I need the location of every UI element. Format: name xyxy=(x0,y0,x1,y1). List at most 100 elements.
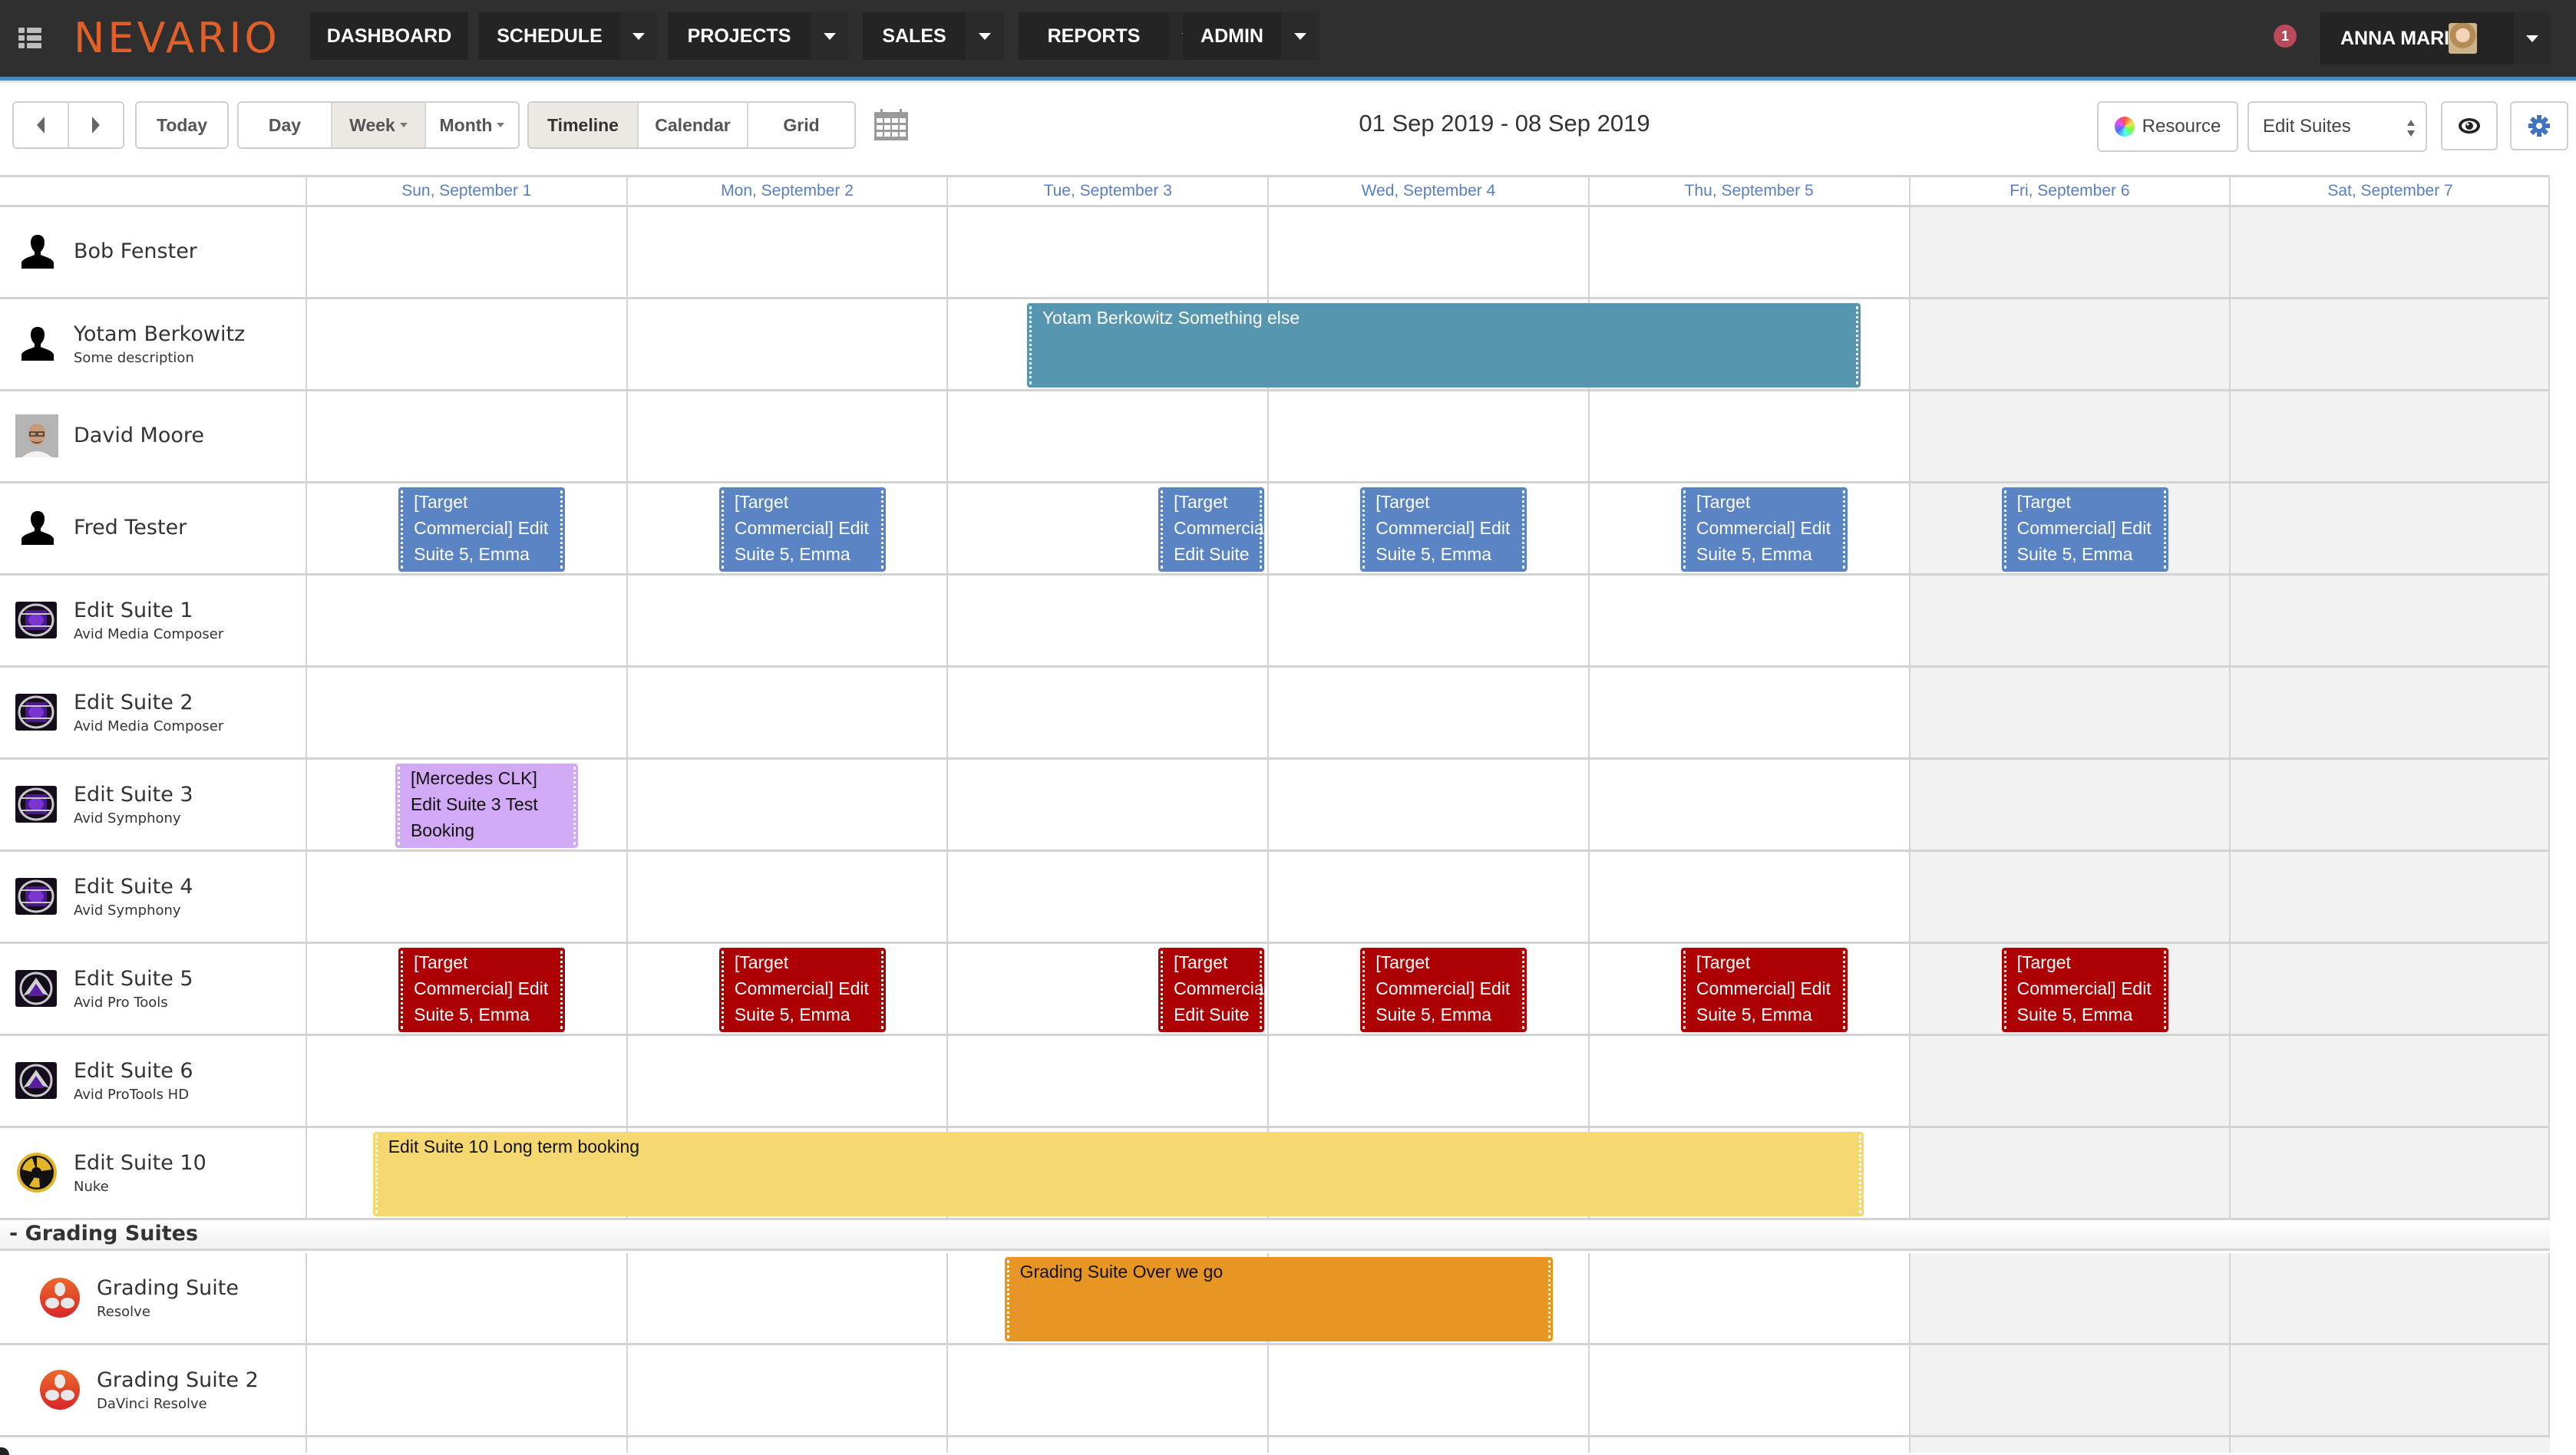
day-slot[interactable] xyxy=(626,207,947,297)
day-slot[interactable] xyxy=(1267,207,1588,297)
day-slot[interactable] xyxy=(305,1036,626,1126)
day-slot[interactable] xyxy=(2229,391,2550,481)
view-calendar-button[interactable]: Calendar xyxy=(639,103,748,147)
view-day-button[interactable]: Day xyxy=(239,103,332,147)
day-slot[interactable] xyxy=(1267,852,1588,942)
booking-event[interactable]: [Target Commercial] Edit Suite 5, Emma O… xyxy=(2001,487,2168,572)
settings-button[interactable] xyxy=(2510,101,2568,150)
day-slot[interactable] xyxy=(2229,1128,2550,1218)
visibility-button[interactable] xyxy=(2441,101,2498,150)
day-slot[interactable] xyxy=(1908,1128,2230,1218)
day-slot[interactable] xyxy=(1587,1036,1909,1126)
day-slot[interactable] xyxy=(626,576,947,665)
day-slot[interactable] xyxy=(1908,576,2230,665)
day-slot[interactable] xyxy=(2229,207,2550,297)
nav-projects-dropdown[interactable] xyxy=(811,12,849,60)
day-slot[interactable] xyxy=(305,299,626,389)
nav-sales[interactable]: SALES xyxy=(863,12,966,60)
day-slot[interactable] xyxy=(946,1345,1268,1435)
booking-event[interactable]: [Mercedes CLK] Edit Suite 3 Test Booking xyxy=(395,764,579,848)
calendar-icon[interactable] xyxy=(874,109,909,141)
user-menu-dropdown[interactable] xyxy=(2514,12,2551,64)
day-slot[interactable] xyxy=(626,1253,947,1343)
day-slot[interactable] xyxy=(1587,576,1909,665)
day-slot[interactable] xyxy=(305,207,626,297)
resource-cell[interactable]: Yotam Berkowitz Some description xyxy=(0,299,305,389)
day-slot[interactable] xyxy=(1267,1345,1588,1435)
day-slot[interactable] xyxy=(1267,1036,1588,1126)
day-slot[interactable] xyxy=(1587,668,1909,757)
day-slot[interactable] xyxy=(305,1345,626,1435)
day-slot[interactable] xyxy=(1908,1253,2230,1343)
day-slot[interactable] xyxy=(1908,668,2230,757)
day-slot[interactable] xyxy=(2229,1036,2550,1126)
booking-event[interactable]: [Target Commercial] Edit Suite 5, Emma O… xyxy=(718,487,887,572)
booking-event[interactable]: [Target Commercial] Edit Suite 5, Emma O… xyxy=(718,948,887,1032)
day-slot[interactable] xyxy=(626,852,947,942)
nav-reports[interactable]: REPORTS xyxy=(1019,12,1169,60)
booking-event[interactable]: [Target Commercial] Edit Suite 5, Emma O… xyxy=(1680,487,1848,572)
day-slot[interactable] xyxy=(2229,576,2550,665)
resource-filter-select[interactable]: Edit Suites xyxy=(2247,101,2427,152)
view-grid-button[interactable]: Grid xyxy=(748,103,854,147)
day-slot[interactable] xyxy=(1908,391,2230,481)
today-button[interactable]: Today xyxy=(137,103,227,147)
view-month-button[interactable]: Month xyxy=(426,103,518,147)
day-slot[interactable] xyxy=(305,852,626,942)
user-menu[interactable]: ANNA MARIE xyxy=(2320,12,2514,64)
group-header-grading-suites[interactable]: - Grading Suites xyxy=(0,1220,2550,1251)
day-slot[interactable] xyxy=(626,391,947,481)
prev-button[interactable] xyxy=(14,103,69,147)
nav-admin-dropdown[interactable] xyxy=(1281,12,1319,60)
day-slot[interactable] xyxy=(946,391,1268,481)
booking-event[interactable]: [Target Commercial] Edit Suite 5, Emma O… xyxy=(398,948,566,1032)
resource-cell[interactable]: Grading Suite 2 DaVinci Resolve xyxy=(0,1345,305,1435)
booking-event[interactable]: [Target Commercial] Edit Suite 5, Emma O… xyxy=(1360,948,1527,1032)
resource-cell[interactable]: Grading Suite Resolve xyxy=(0,1253,305,1343)
apps-menu-icon[interactable] xyxy=(18,28,41,49)
nav-admin[interactable]: ADMIN xyxy=(1183,12,1281,60)
day-slot[interactable] xyxy=(626,299,947,389)
next-button[interactable] xyxy=(69,103,123,147)
user-avatar[interactable] xyxy=(2449,23,2477,54)
day-slot[interactable] xyxy=(1267,576,1588,665)
booking-event[interactable]: Yotam Berkowitz Something else xyxy=(1026,303,1861,388)
day-slot[interactable] xyxy=(946,668,1268,757)
resource-cell[interactable]: Edit Suite 4 Avid Symphony xyxy=(0,852,305,942)
booking-event[interactable]: Grading Suite Over we go xyxy=(1004,1257,1553,1341)
notification-badge[interactable]: 1 xyxy=(2274,25,2297,48)
booking-event[interactable]: [Target Commercial] Edit Suite 5, Emma O… xyxy=(1158,948,1264,1032)
day-slot[interactable] xyxy=(1908,1345,2230,1435)
day-slot[interactable] xyxy=(1587,1253,1909,1343)
day-slot[interactable] xyxy=(305,391,626,481)
resource-cell[interactable]: Edit Suite 2 Avid Media Composer xyxy=(0,668,305,757)
day-slot[interactable] xyxy=(2229,944,2550,1034)
day-slot[interactable] xyxy=(1587,1345,1909,1435)
day-slot[interactable] xyxy=(2229,299,2550,389)
day-slot[interactable] xyxy=(2229,668,2550,757)
nav-schedule[interactable]: SCHEDULE xyxy=(479,12,620,60)
day-slot[interactable] xyxy=(1587,391,1909,481)
resource-cell[interactable]: Bob Fenster xyxy=(0,207,305,297)
day-slot[interactable] xyxy=(2229,760,2550,850)
booking-event[interactable]: [Target Commercial] Edit Suite 5, Emma O… xyxy=(1158,487,1264,572)
day-slot[interactable] xyxy=(1587,852,1909,942)
day-slot[interactable] xyxy=(1908,760,2230,850)
day-slot[interactable] xyxy=(2229,483,2550,573)
day-slot[interactable] xyxy=(2229,1253,2550,1343)
day-slot[interactable] xyxy=(1587,760,1909,850)
view-week-button[interactable]: Week xyxy=(332,103,426,147)
booking-event[interactable]: [Target Commercial] Edit Suite 5, Emma O… xyxy=(2001,948,2168,1032)
resource-cell[interactable]: Edit Suite 5 Avid Pro Tools xyxy=(0,944,305,1034)
nav-dashboard[interactable]: DASHBOARD xyxy=(310,12,468,60)
day-slot[interactable] xyxy=(626,1036,947,1126)
day-slot[interactable] xyxy=(1267,760,1588,850)
day-slot[interactable] xyxy=(946,576,1268,665)
booking-event[interactable]: [Target Commercial] Edit Suite 5, Emma O… xyxy=(1360,487,1527,572)
resource-cell[interactable]: Edit Suite 6 Avid ProTools HD xyxy=(0,1036,305,1126)
booking-event[interactable]: [Target Commercial] Edit Suite 5, Emma O… xyxy=(398,487,566,572)
nav-schedule-dropdown[interactable] xyxy=(620,12,657,60)
nav-projects[interactable]: PROJECTS xyxy=(668,12,811,60)
day-slot[interactable] xyxy=(1908,1036,2230,1126)
resource-cell[interactable]: Edit Suite 1 Avid Media Composer xyxy=(0,576,305,665)
